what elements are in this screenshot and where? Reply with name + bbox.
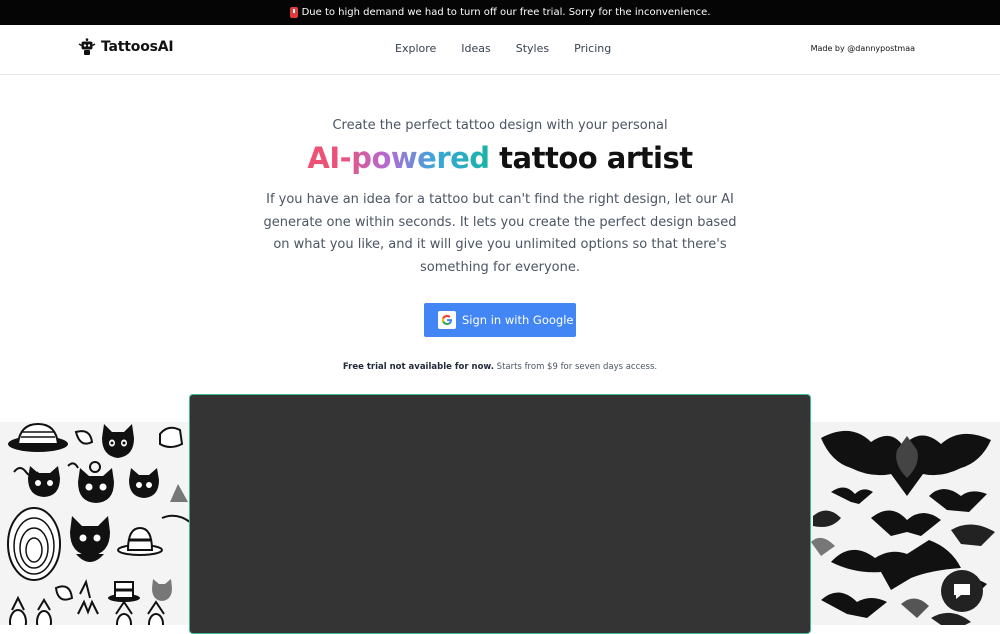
headline-highlight: AI-powered: [307, 141, 490, 175]
hero-tagline: Create the perfect tattoo design with yo…: [332, 118, 668, 133]
google-icon: [438, 311, 456, 329]
chat-button[interactable]: [941, 570, 983, 612]
hero-section: Create the perfect tattoo design with yo…: [0, 118, 1000, 279]
trial-note: Free trial not available for now. Starts…: [0, 362, 1000, 372]
demo-video-panel[interactable]: [189, 394, 811, 634]
nav-link-explore[interactable]: Explore: [395, 42, 436, 55]
top-nav: TattoosAI Explore Ideas Styles Pricing M…: [0, 25, 1000, 75]
logo[interactable]: TattoosAI: [78, 38, 174, 56]
made-by-link[interactable]: Made by @dannypostmaa: [811, 44, 915, 53]
logo-text: TattoosAI: [101, 39, 174, 55]
hero-description: If you have an idea for a tattoo but can…: [263, 192, 737, 275]
robot-icon: [78, 38, 96, 55]
nav-link-styles[interactable]: Styles: [516, 42, 549, 55]
nav-link-pricing[interactable]: Pricing: [574, 42, 611, 55]
nav-link-ideas[interactable]: Ideas: [461, 42, 490, 55]
headline-rest: tattoo artist: [499, 141, 693, 175]
banner-text: Due to high demand we had to turn off ou…: [301, 7, 711, 18]
chat-bubble-icon: [954, 584, 970, 599]
hero-headline: AI-powered tattoo artist: [0, 141, 1000, 175]
alert-icon: [289, 7, 298, 18]
google-button-label: Sign in with Google: [462, 313, 574, 327]
trial-note-bold: Free trial not available for now.: [342, 362, 494, 372]
nav-links: Explore Ideas Styles Pricing: [395, 42, 611, 55]
announcement-banner: Due to high demand we had to turn off ou…: [0, 0, 1000, 25]
trial-note-rest: Starts from $9 for seven days access.: [496, 362, 658, 372]
sign-in-google-button[interactable]: Sign in with Google: [424, 303, 576, 337]
tattoo-gallery-left: [0, 422, 190, 625]
